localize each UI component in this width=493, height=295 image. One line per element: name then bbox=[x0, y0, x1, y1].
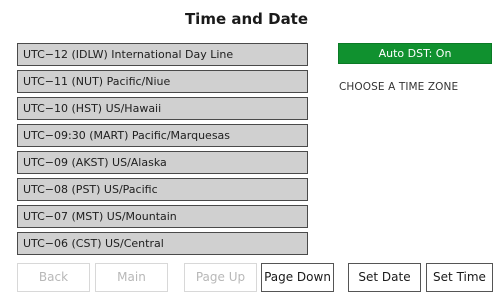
set-time-button[interactable]: Set Time bbox=[426, 263, 493, 292]
page-down-button[interactable]: Page Down bbox=[261, 263, 334, 292]
timezone-item[interactable]: UTC−09:30 (MART) Pacific/Marquesas bbox=[17, 124, 308, 147]
page-up-button[interactable]: Page Up bbox=[184, 263, 257, 292]
back-button[interactable]: Back bbox=[17, 263, 90, 292]
page-title: Time and Date bbox=[184, 10, 309, 28]
choose-timezone-label: CHOOSE A TIME ZONE bbox=[339, 81, 459, 93]
timezone-item[interactable]: UTC−10 (HST) US/Hawaii bbox=[17, 97, 308, 120]
timezone-list: UTC−12 (IDLW) International Day Line UTC… bbox=[17, 43, 308, 259]
timezone-item[interactable]: UTC−08 (PST) US/Pacific bbox=[17, 178, 308, 201]
timezone-item[interactable]: UTC−12 (IDLW) International Day Line bbox=[17, 43, 308, 66]
timezone-item[interactable]: UTC−09 (AKST) US/Alaska bbox=[17, 151, 308, 174]
main-button[interactable]: Main bbox=[95, 263, 168, 292]
timezone-item[interactable]: UTC−07 (MST) US/Mountain bbox=[17, 205, 308, 228]
auto-dst-toggle-button[interactable]: Auto DST: On bbox=[338, 43, 492, 64]
timezone-item[interactable]: UTC−11 (NUT) Pacific/Niue bbox=[17, 70, 308, 93]
set-date-button[interactable]: Set Date bbox=[348, 263, 421, 292]
timezone-item[interactable]: UTC−06 (CST) US/Central bbox=[17, 232, 308, 255]
